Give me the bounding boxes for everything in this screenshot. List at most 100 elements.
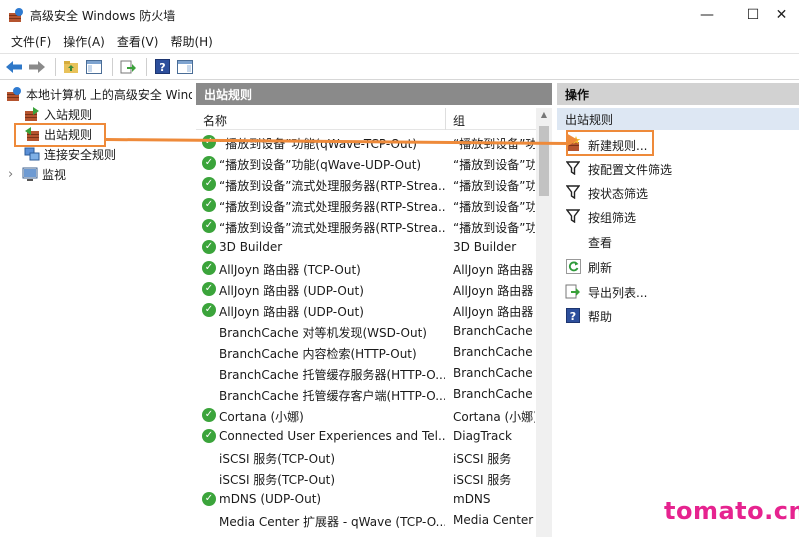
enabled-check-icon: ✓ <box>202 408 216 422</box>
rule-group: DiagTrack <box>453 429 512 443</box>
action-filter-by-profile[interactable]: 按配置文件筛选 <box>557 157 799 179</box>
action-label: 按状态筛选 <box>588 187 649 201</box>
menu-action[interactable]: 操作(A) <box>58 33 110 50</box>
tree-root-label: 本地计算机 上的高级安全 Windows <box>26 87 192 102</box>
enabled-check-icon: ✓ <box>202 429 216 443</box>
toolbar: ? <box>0 53 799 80</box>
scrollbar-thumb[interactable] <box>539 126 549 196</box>
rule-group: Cortana (小娜) <box>453 410 535 424</box>
action-refresh[interactable]: 刷新 <box>557 255 799 277</box>
menu-view[interactable]: 查看(V) <box>112 33 164 50</box>
rule-group: “播放到设备”功 <box>453 200 535 214</box>
rule-name: iSCSI 服务(TCP-Out) <box>219 452 336 466</box>
close-button[interactable]: ✕ <box>764 0 799 30</box>
tree-item-label: 监视 <box>42 167 67 182</box>
rule-name: BranchCache 托管缓存客户端(HTTP-O... <box>219 389 445 403</box>
table-row[interactable]: iSCSI 服务(TCP-Out) iSCSI 服务 <box>196 447 536 468</box>
table-row[interactable]: BranchCache 托管缓存客户端(HTTP-O... BranchCache… <box>196 384 536 405</box>
filter-icon <box>565 184 581 200</box>
table-row[interactable]: ✓ mDNS (UDP-Out) mDNS <box>196 489 536 510</box>
expand-chevron-icon[interactable]: › <box>8 167 20 182</box>
help-icon[interactable]: ? <box>152 57 172 77</box>
rule-name: AllJoyn 路由器 (TCP-Out) <box>219 263 361 277</box>
table-row[interactable]: BranchCache 托管缓存服务器(HTTP-O... BranchCache… <box>196 363 536 384</box>
table-row[interactable]: ✓ AllJoyn 路由器 (UDP-Out) AllJoyn 路由器 <box>196 300 536 321</box>
back-arrow-icon[interactable] <box>4 57 24 77</box>
show-tree-icon[interactable] <box>84 57 104 77</box>
table-row[interactable]: iSCSI 服务(TCP-Out) iSCSI 服务 <box>196 468 536 489</box>
scroll-up-icon[interactable]: ▲ <box>536 110 552 124</box>
table-row[interactable]: ✓ AllJoyn 路由器 (TCP-Out) AllJoyn 路由器 <box>196 258 536 279</box>
action-help[interactable]: ? 帮助 <box>557 304 799 326</box>
window-title: 高级安全 Windows 防火墙 <box>30 8 176 23</box>
column-header-name[interactable]: 名称 <box>203 112 227 129</box>
table-row[interactable]: Media Center 扩展器 - qWave (TCP-O... Media … <box>196 510 536 531</box>
table-row[interactable]: ✓ Connected User Experiences and Tel... Di… <box>196 426 536 447</box>
table-row[interactable]: ✓ “播放到设备”功能(qWave-UDP-Out) “播放到设备”功 <box>196 153 536 174</box>
rule-group: BranchCache - <box>453 387 535 401</box>
show-action-pane-icon[interactable] <box>175 57 195 77</box>
rule-name: “播放到设备”流式处理服务器(RTP-Strea... <box>219 179 445 193</box>
column-divider[interactable] <box>445 108 446 130</box>
action-filter-by-state[interactable]: 按状态筛选 <box>557 181 799 203</box>
table-row[interactable]: ✓ “播放到设备”流式处理服务器(RTP-Strea... “播放到设备”功 <box>196 195 536 216</box>
menu-file[interactable]: 文件(F) <box>6 33 56 50</box>
rule-name: Media Center 扩展器 - qWave (TCP-O... <box>219 515 445 529</box>
enabled-check-icon: ✓ <box>202 282 216 296</box>
annotation-arrowhead-icon <box>566 133 578 147</box>
tree-item-connection-security-rules[interactable]: 连接安全规则 <box>24 144 116 164</box>
enabled-check-icon: ✓ <box>202 156 216 170</box>
table-row[interactable]: ✓ “播放到设备”流式处理服务器(RTP-Strea... “播放到设备”功 <box>196 216 536 237</box>
watermark: tomato.cm <box>664 497 799 525</box>
enabled-check-icon: ✓ <box>202 492 216 506</box>
highlight-new-rule <box>566 130 654 156</box>
tree-item-monitoring[interactable]: › 监视 <box>8 164 66 184</box>
vertical-scrollbar[interactable]: ▲ <box>536 108 552 537</box>
rule-name: 3D Builder <box>219 240 283 254</box>
table-row[interactable]: ✓ 3D Builder 3D Builder <box>196 237 536 258</box>
table-row[interactable]: ✓ Cortana (小娜) Cortana (小娜) <box>196 405 536 426</box>
enabled-check-icon: ✓ <box>202 177 216 191</box>
filter-icon <box>565 160 581 176</box>
tree-item-label: 入站规则 <box>44 107 93 122</box>
action-label: 查看 <box>588 236 613 250</box>
action-view[interactable]: 查看 <box>557 230 799 252</box>
pane-header-outbound-rules: 出站规则 <box>196 83 552 105</box>
action-filter-by-group[interactable]: 按组筛选 <box>557 205 799 227</box>
pane-header-actions: 操作 <box>557 83 799 105</box>
up-folder-icon[interactable] <box>61 57 81 77</box>
minimize-button[interactable]: — <box>684 0 730 30</box>
table-row[interactable]: BranchCache 对等机发现(WSD-Out) BranchCache - <box>196 321 536 342</box>
svg-text:?: ? <box>570 310 576 323</box>
actions-section-outbound-rules[interactable]: 出站规则 <box>557 108 799 130</box>
rule-group: BranchCache - <box>453 366 535 380</box>
toolbar-separator <box>112 57 113 76</box>
svg-text:?: ? <box>159 61 165 74</box>
firewall-app-icon <box>8 7 24 23</box>
export-list-icon[interactable] <box>118 57 138 77</box>
menu-help[interactable]: 帮助(H) <box>165 33 217 50</box>
tree-item-label: 连接安全规则 <box>44 147 117 162</box>
rule-name: iSCSI 服务(TCP-Out) <box>219 473 336 487</box>
rule-name: Cortana (小娜) <box>219 410 304 424</box>
toolbar-separator <box>55 57 56 76</box>
tree-item-inbound-rules[interactable]: 入站规则 <box>24 104 92 124</box>
action-export-list[interactable]: 导出列表... <box>557 280 799 302</box>
column-header-group[interactable]: 组 <box>453 112 465 129</box>
tree-root-local-computer[interactable]: 本地计算机 上的高级安全 Windows <box>6 84 192 104</box>
rule-group: AllJoyn 路由器 <box>453 305 534 319</box>
rule-name: BranchCache 内容检索(HTTP-Out) <box>219 347 417 361</box>
rule-group: BranchCache - <box>453 324 535 338</box>
rule-group: “播放到设备”功 <box>453 179 535 193</box>
table-row[interactable]: BranchCache 内容检索(HTTP-Out) BranchCache - <box>196 342 536 363</box>
rules-list: ✓“播放到设备”功能(qWave-TCP-Out)“播放到设备”功✓“播放到设备… <box>196 132 536 537</box>
rule-name: AllJoyn 路由器 (UDP-Out) <box>219 284 364 298</box>
rule-group: mDNS <box>453 492 491 506</box>
action-label: 导出列表... <box>588 286 648 300</box>
enabled-check-icon: ✓ <box>202 303 216 317</box>
forward-arrow-icon[interactable] <box>27 57 47 77</box>
table-row[interactable]: ✓ “播放到设备”流式处理服务器(RTP-Strea... “播放到设备”功 <box>196 174 536 195</box>
monitoring-icon <box>22 166 38 182</box>
table-row[interactable]: ✓ AllJoyn 路由器 (UDP-Out) AllJoyn 路由器 <box>196 279 536 300</box>
column-header-row: 名称 组 <box>196 108 536 130</box>
